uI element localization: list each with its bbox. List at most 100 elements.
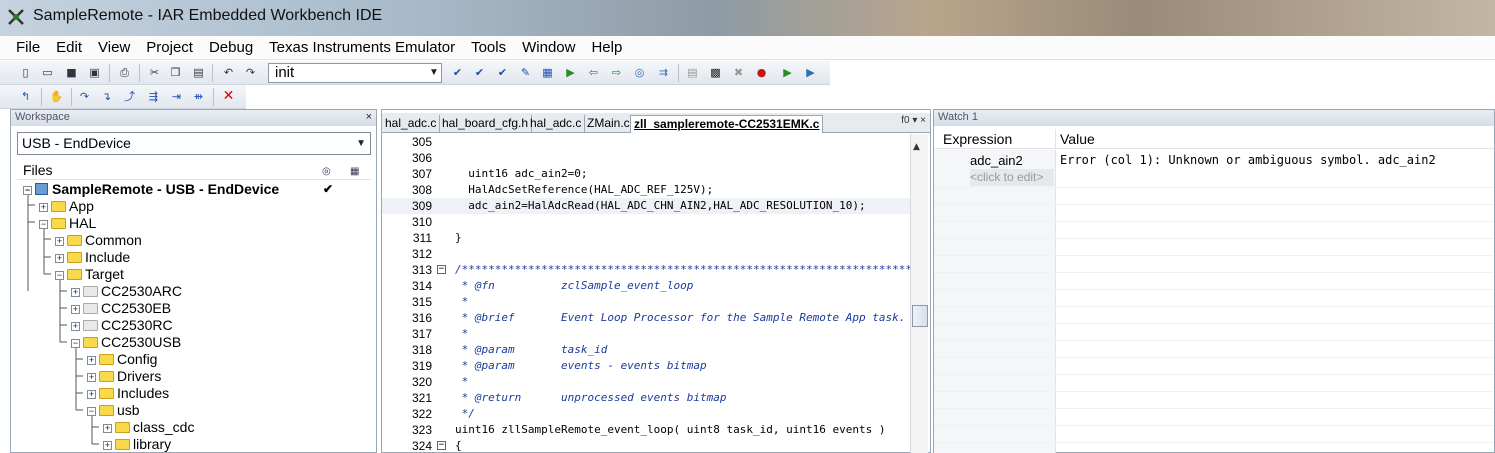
find-prev-icon[interactable]: ✔ bbox=[471, 64, 488, 81]
file-options-icon[interactable]: ▦ bbox=[350, 162, 359, 182]
toggle-breakpoint-icon[interactable]: ◎ bbox=[631, 64, 648, 81]
expand-icon[interactable]: + bbox=[71, 288, 80, 297]
tree-item-cc2530usb[interactable]: − CC2530USB bbox=[71, 334, 181, 351]
watch-row[interactable]: adc_ain2 Error (col 1): Unknown or ambig… bbox=[934, 152, 1494, 169]
code-line[interactable]: 309 adc_ain2=HalAdcRead(HAL_ADC_CHN_AIN2… bbox=[382, 198, 910, 214]
tree-item-library[interactable]: + library bbox=[103, 436, 171, 453]
tree-item-hal[interactable]: − HAL bbox=[39, 215, 96, 232]
expand-icon[interactable]: + bbox=[39, 203, 48, 212]
next-statement-icon[interactable]: ⇶ bbox=[145, 88, 162, 105]
menu-ti-emulator[interactable]: Texas Instruments Emulator bbox=[261, 39, 463, 56]
tab-hal-adc-c[interactable]: hal_adc.c bbox=[382, 115, 441, 133]
stop-build-icon[interactable]: ✖ bbox=[730, 64, 747, 81]
redo-icon[interactable]: ↷ bbox=[242, 64, 259, 81]
cut-icon[interactable]: ✂ bbox=[146, 64, 163, 81]
watch-add-row[interactable]: <click to edit> bbox=[934, 169, 1494, 186]
code-line[interactable]: 306 bbox=[382, 150, 910, 166]
run-to-cursor-icon[interactable]: ⇥ bbox=[168, 88, 185, 105]
code-line[interactable]: 308 HalAdcSetReference(HAL_ADC_REF_125V)… bbox=[382, 182, 910, 198]
code-line[interactable]: 318 * @param task_id bbox=[382, 342, 910, 358]
collapse-icon[interactable]: − bbox=[23, 186, 32, 195]
tree-item-cc2530arc[interactable]: + CC2530ARC bbox=[71, 283, 182, 300]
nav-forward-icon[interactable]: ⇨ bbox=[608, 64, 625, 81]
print-icon[interactable]: ⎙ bbox=[116, 64, 133, 81]
step-out-icon[interactable]: ⤴ bbox=[121, 88, 138, 105]
tree-item-common[interactable]: + Common bbox=[55, 232, 142, 249]
new-file-icon[interactable]: ▯ bbox=[17, 64, 34, 81]
collapse-icon[interactable]: − bbox=[87, 407, 96, 416]
menu-edit[interactable]: Edit bbox=[48, 39, 90, 56]
download-debug-icon[interactable]: ▶ bbox=[779, 64, 796, 81]
watch-expression[interactable]: adc_ain2 bbox=[970, 152, 1023, 169]
code-line[interactable]: 322 */ bbox=[382, 406, 910, 422]
break-icon[interactable]: ✋ bbox=[48, 88, 65, 105]
menu-view[interactable]: View bbox=[90, 39, 138, 56]
expand-icon[interactable]: + bbox=[71, 322, 80, 331]
open-folder-icon[interactable]: ▭ bbox=[39, 64, 56, 81]
menu-window[interactable]: Window bbox=[514, 39, 583, 56]
chevron-down-icon[interactable]: ▼ bbox=[429, 66, 439, 80]
fold-toggle-icon[interactable]: − bbox=[437, 441, 446, 450]
copy-icon[interactable]: ❐ bbox=[167, 64, 184, 81]
go-icon[interactable]: ⇻ bbox=[190, 88, 207, 105]
tree-item-config[interactable]: + Config bbox=[87, 351, 157, 368]
tab-zmain-c[interactable]: ZMain.c bbox=[584, 115, 634, 133]
chevron-down-icon[interactable]: ▼ bbox=[356, 133, 366, 154]
code-line[interactable]: 305 bbox=[382, 134, 910, 150]
tree-item-drivers[interactable]: + Drivers bbox=[87, 368, 161, 385]
collapse-icon[interactable]: − bbox=[55, 271, 64, 280]
tree-item-usb[interactable]: − usb bbox=[87, 402, 140, 419]
collapse-icon[interactable]: − bbox=[71, 339, 80, 348]
code-line[interactable]: 324−{ bbox=[382, 438, 910, 453]
code-line[interactable]: 312 bbox=[382, 246, 910, 262]
fold-toggle-icon[interactable]: − bbox=[437, 265, 446, 274]
menu-file[interactable]: File bbox=[8, 39, 48, 56]
tree-item-includes[interactable]: + Includes bbox=[87, 385, 169, 402]
editor-scrollbar[interactable]: ▲ bbox=[910, 134, 928, 453]
menu-tools[interactable]: Tools bbox=[463, 39, 514, 56]
breakpoint-icon[interactable]: ● bbox=[753, 64, 770, 81]
code-line[interactable]: 307 uint16 adc_ain2=0; bbox=[382, 166, 910, 182]
expand-icon[interactable]: + bbox=[103, 441, 112, 450]
menu-debug[interactable]: Debug bbox=[201, 39, 261, 56]
make-icon[interactable]: ▩ bbox=[707, 64, 724, 81]
tree-item-class-cdc[interactable]: + class_cdc bbox=[103, 419, 194, 436]
tree-item-cc2530rc[interactable]: + CC2530RC bbox=[71, 317, 173, 334]
find-in-files-icon[interactable]: ✔ bbox=[494, 64, 511, 81]
code-area[interactable]: 305 306 307 uint16 adc_ain2=0; 308 HalAdcSe… bbox=[382, 134, 910, 453]
code-line[interactable]: 313−/***********************************… bbox=[382, 262, 910, 278]
build-status-icon[interactable]: ◎ bbox=[322, 162, 331, 182]
compile-icon[interactable]: ▤ bbox=[684, 64, 701, 81]
collapse-icon[interactable]: − bbox=[39, 220, 48, 229]
code-line[interactable]: 311} bbox=[382, 230, 910, 246]
save-all-icon[interactable]: ▣ bbox=[86, 64, 103, 81]
expand-icon[interactable]: + bbox=[71, 305, 80, 314]
tree-item-sampleremote-usb-enddevice[interactable]: − SampleRemote - USB - EndDevice ✔ bbox=[23, 181, 333, 198]
code-line[interactable]: 314 * @fn zclSample_event_loop bbox=[382, 278, 910, 294]
watch-edit-placeholder[interactable]: <click to edit> bbox=[970, 169, 1054, 186]
stop-debugging-icon[interactable]: ✕ bbox=[220, 88, 237, 105]
tree-item-include[interactable]: + Include bbox=[55, 249, 130, 266]
nav-back-icon[interactable]: ⇦ bbox=[585, 64, 602, 81]
find-combo[interactable]: init ▼ bbox=[268, 63, 442, 83]
code-line[interactable]: 323 uint16 zllSampleRemote_event_loop( ui… bbox=[382, 422, 910, 438]
scroll-thumb[interactable] bbox=[912, 305, 928, 327]
paste-icon[interactable]: ▤ bbox=[190, 64, 207, 81]
menu-help[interactable]: Help bbox=[583, 39, 630, 56]
tab-hal-board-cfg-h[interactable]: hal_board_cfg.h bbox=[439, 115, 533, 133]
code-line[interactable]: 320 * bbox=[382, 374, 910, 390]
menu-project[interactable]: Project bbox=[138, 39, 201, 56]
code-line[interactable]: 316 * @brief Event Loop Processor for th… bbox=[382, 310, 910, 326]
save-icon[interactable]: ■ bbox=[63, 64, 80, 81]
tab-hal-adc-c-2[interactable]: hal_adc.c bbox=[527, 115, 586, 133]
tree-item-target[interactable]: − Target bbox=[55, 266, 124, 283]
step-into-icon[interactable]: ↴ bbox=[98, 88, 115, 105]
expand-icon[interactable]: + bbox=[87, 373, 96, 382]
tree-item-cc2530eb[interactable]: + CC2530EB bbox=[71, 300, 171, 317]
tree-item-app[interactable]: + App bbox=[39, 198, 94, 215]
code-line[interactable]: 321 * @return unprocessed events bitmap bbox=[382, 390, 910, 406]
scroll-up-icon[interactable]: ▲ bbox=[913, 142, 920, 152]
code-line[interactable]: 319 * @param events - events bitmap bbox=[382, 358, 910, 374]
code-line[interactable]: 317 * bbox=[382, 326, 910, 342]
expand-icon[interactable]: + bbox=[87, 390, 96, 399]
